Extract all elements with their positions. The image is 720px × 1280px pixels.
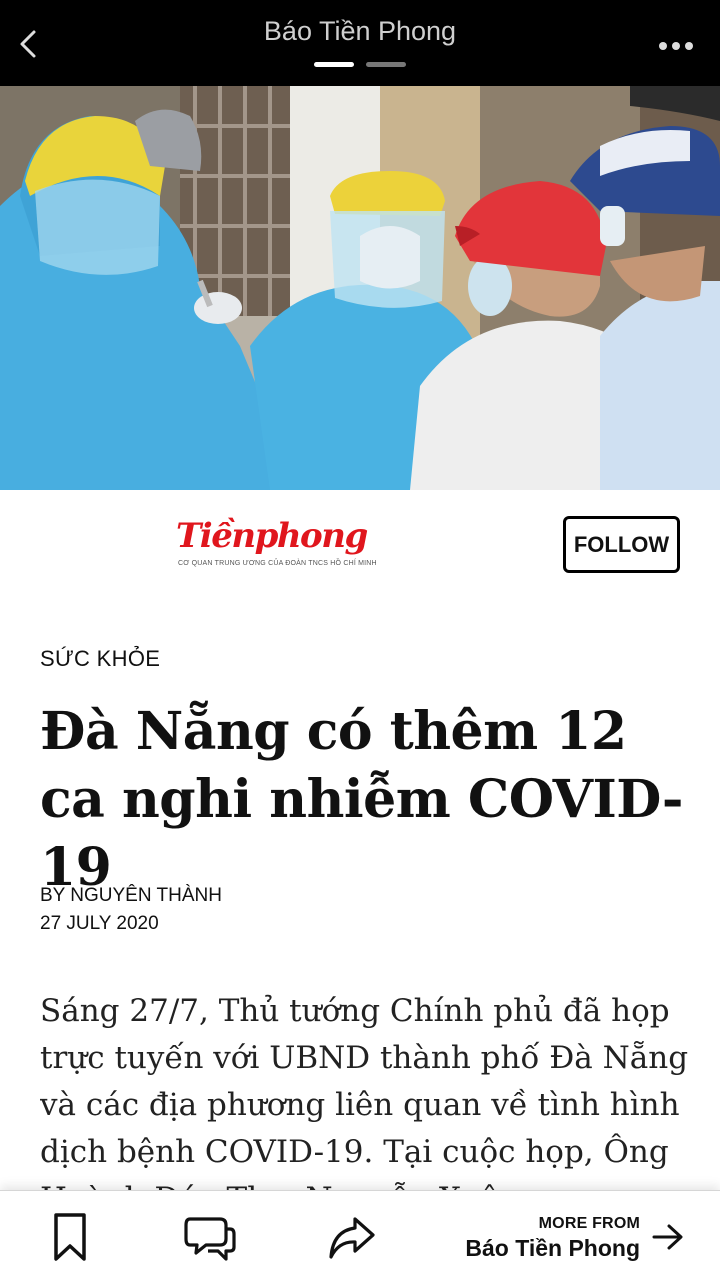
page-indicator-active xyxy=(314,62,354,67)
share-button[interactable] xyxy=(326,1211,378,1263)
app-bar-title: Báo Tiền Phong xyxy=(263,16,457,46)
arrow-right-icon xyxy=(652,1224,683,1250)
comment-icon xyxy=(184,1217,236,1261)
publisher-logo-tagline: CƠ QUAN TRUNG ƯƠNG CỦA ĐOÀN TNCS HỒ CHÍ … xyxy=(178,560,377,567)
share-icon xyxy=(329,1217,375,1259)
bookmark-icon xyxy=(54,1213,86,1261)
bottom-action-bar: MORE FROM Báo Tiền Phong xyxy=(0,1190,720,1280)
article-meta: BY NGUYÊN THÀNH 27 JULY 2020 xyxy=(40,882,222,938)
publisher-logo-wordmark: Tiềnphong xyxy=(176,516,368,556)
article-body: Sáng 27/7, Thủ tướng Chính phủ đã họp tr… xyxy=(40,993,689,1198)
comment-button[interactable] xyxy=(184,1211,236,1263)
app-bar: Báo Tiền Phong xyxy=(0,0,720,86)
publisher-row: Tiềnphong CƠ QUAN TRUNG ƯƠNG CỦA ĐOÀN TN… xyxy=(0,490,720,600)
article-date: 27 JULY 2020 xyxy=(40,913,159,934)
more-from-source: Báo Tiền Phong xyxy=(465,1235,640,1261)
publisher-logo[interactable]: Tiềnphong CƠ QUAN TRUNG ƯƠNG CỦA ĐOÀN TN… xyxy=(176,516,377,572)
follow-button[interactable]: FOLLOW xyxy=(563,516,680,573)
more-options-button[interactable] xyxy=(658,38,694,50)
article-hero-image xyxy=(0,86,720,490)
more-from-publisher-link[interactable]: MORE FROM Báo Tiền Phong xyxy=(460,1213,710,1265)
bookmark-button[interactable] xyxy=(44,1211,96,1263)
page-indicator-inactive xyxy=(366,62,406,67)
more-horizontal-icon xyxy=(659,42,693,50)
more-from-label: MORE FROM xyxy=(538,1215,640,1232)
article-category[interactable]: SỨC KHỎE xyxy=(40,646,160,672)
page-indicator xyxy=(314,62,406,68)
article-byline: BY NGUYÊN THÀNH xyxy=(40,885,222,906)
article-headline: Đà Nẵng có thêm 12 ca nghi nhiễm COVID-1… xyxy=(40,701,683,898)
